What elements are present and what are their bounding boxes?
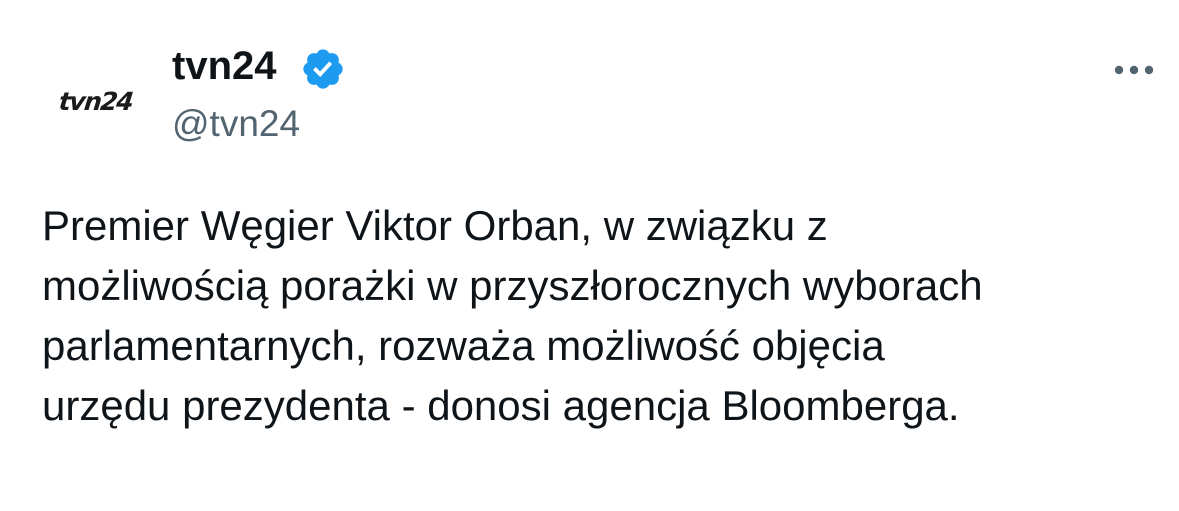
author-handle[interactable]: @tvn24 bbox=[172, 102, 300, 146]
more-options-button[interactable] bbox=[1104, 52, 1164, 88]
tweet-text-line: parlamentarnych, rozważa możliwość objęc… bbox=[42, 322, 885, 369]
avatar[interactable]: tvn24 bbox=[40, 40, 152, 152]
tweet-text-line: Premier Węgier Viktor Orban, w związku z bbox=[42, 202, 828, 249]
tweet-text: Premier Węgier Viktor Orban, w związku z… bbox=[42, 196, 1152, 436]
tweet-text-line: urzędu prezydenta - donosi agencja Bloom… bbox=[42, 382, 960, 429]
author-display-name[interactable]: tvn24 bbox=[172, 42, 277, 90]
tweet-text-line: możliwością porażki w przyszłorocznych w… bbox=[42, 262, 983, 309]
tvn24-logo: tvn24 bbox=[57, 86, 135, 116]
more-horizontal-icon bbox=[1114, 65, 1154, 75]
verified-badge-icon bbox=[303, 49, 343, 89]
tweet-card: tvn24 tvn24 @tvn24 Premier Węgier Viktor… bbox=[0, 0, 1179, 511]
